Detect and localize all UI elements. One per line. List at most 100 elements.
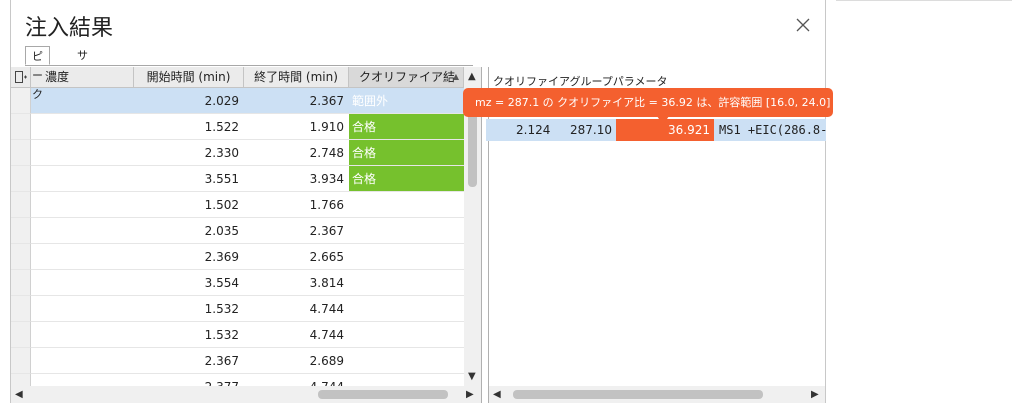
tooltip-tail xyxy=(657,116,669,125)
row-header[interactable] xyxy=(11,322,31,348)
table-row[interactable]: 2.029 2.367 範囲外 xyxy=(11,88,464,114)
right-horizontal-scroll-thumb[interactable] xyxy=(513,390,763,399)
end-time-cell[interactable]: 2.367 xyxy=(244,218,349,244)
col-header-end-time[interactable]: 終了時間 (min) xyxy=(244,67,349,88)
scroll-up-arrow-icon[interactable]: ▲ xyxy=(468,72,476,82)
col-header-concentration[interactable]: 濃度 xyxy=(31,67,134,88)
qualifier-mz: 287.10 xyxy=(570,123,612,137)
concentration-cell[interactable] xyxy=(31,114,134,140)
end-time-cell[interactable]: 2.748 xyxy=(244,140,349,166)
qualifier-result-cell[interactable] xyxy=(349,192,464,218)
table-row[interactable]: 1.502 1.766 xyxy=(11,192,464,218)
qualifier-result-cell[interactable] xyxy=(349,348,464,374)
concentration-cell[interactable] xyxy=(31,140,134,166)
end-time-cell[interactable]: 3.934 xyxy=(244,166,349,192)
tab-summary[interactable]: サマリー xyxy=(71,46,94,119)
right-scroll-left-arrow-icon[interactable]: ◀ xyxy=(493,390,501,400)
start-time-cell[interactable]: 1.532 xyxy=(134,296,244,322)
concentration-cell[interactable] xyxy=(31,88,134,114)
qualifier-result-cell[interactable] xyxy=(349,322,464,348)
start-time-cell[interactable]: 1.532 xyxy=(134,322,244,348)
right-scroll-right-arrow-icon[interactable]: ▶ xyxy=(811,390,819,400)
scroll-left-arrow-icon[interactable]: ◀ xyxy=(15,390,23,400)
table-row[interactable]: 1.532 4.744 xyxy=(11,296,464,322)
row-header[interactable] xyxy=(11,140,31,166)
table-row[interactable]: 3.554 3.814 xyxy=(11,270,464,296)
end-time-cell[interactable]: 2.367 xyxy=(244,88,349,114)
start-time-cell[interactable]: 2.035 xyxy=(134,218,244,244)
start-time-cell[interactable]: 2.367 xyxy=(134,348,244,374)
row-header[interactable] xyxy=(11,348,31,374)
scroll-right-arrow-icon[interactable]: ▶ xyxy=(466,390,474,400)
concentration-cell[interactable] xyxy=(31,296,134,322)
concentration-cell[interactable] xyxy=(31,166,134,192)
concentration-cell[interactable] xyxy=(31,218,134,244)
column-chooser-cell[interactable] xyxy=(11,67,31,88)
table-row[interactable]: 1.522 1.910 合格 xyxy=(11,114,464,140)
grid-horizontal-scrollbar[interactable]: ◀ ▶ xyxy=(11,386,481,403)
table-row[interactable]: 2.369 2.665 xyxy=(11,244,464,270)
qualifier-row[interactable]: 2.124 287.10 36.921 MS1 +EIC(286.8-287.8… xyxy=(486,119,826,141)
tab-peak[interactable]: ピーク xyxy=(25,46,50,101)
row-header[interactable] xyxy=(11,270,31,296)
start-time-cell[interactable]: 2.377 xyxy=(134,374,244,386)
end-time-cell[interactable]: 1.910 xyxy=(244,114,349,140)
end-time-cell[interactable]: 3.814 xyxy=(244,270,349,296)
qualifier-result-cell[interactable] xyxy=(349,218,464,244)
row-header[interactable] xyxy=(11,374,31,386)
table-row[interactable]: 2.367 2.689 xyxy=(11,348,464,374)
close-icon[interactable] xyxy=(795,17,811,33)
start-time-cell[interactable]: 3.554 xyxy=(134,270,244,296)
end-time-cell[interactable]: 4.744 xyxy=(244,322,349,348)
qualifier-result-cell[interactable] xyxy=(349,270,464,296)
start-time-cell[interactable]: 3.551 xyxy=(134,166,244,192)
row-header[interactable] xyxy=(11,88,31,114)
start-time-cell[interactable]: 1.522 xyxy=(134,114,244,140)
concentration-cell[interactable] xyxy=(31,322,134,348)
start-time-cell[interactable]: 1.502 xyxy=(134,192,244,218)
row-header[interactable] xyxy=(11,244,31,270)
start-time-cell[interactable]: 2.330 xyxy=(134,140,244,166)
col-header-qualifier-result[interactable]: クオリファイア結果 ▲ xyxy=(349,67,464,104)
row-header[interactable] xyxy=(11,218,31,244)
column-chooser-icon[interactable] xyxy=(14,70,28,84)
end-time-cell[interactable]: 2.665 xyxy=(244,244,349,270)
table-row[interactable]: 2.035 2.367 xyxy=(11,218,464,244)
grid-horizontal-scroll-thumb[interactable] xyxy=(318,390,448,399)
concentration-cell[interactable] xyxy=(31,374,134,386)
row-header[interactable] xyxy=(11,296,31,322)
panel-splitter[interactable] xyxy=(481,67,489,403)
concentration-cell[interactable] xyxy=(31,244,134,270)
end-time-cell[interactable]: 2.689 xyxy=(244,348,349,374)
table-row[interactable]: 2.330 2.748 合格 xyxy=(11,140,464,166)
table-row[interactable]: 2.3774.744 xyxy=(11,374,464,386)
qualifier-result-cell[interactable] xyxy=(349,374,464,386)
tab-baseline xyxy=(25,65,473,66)
right-horizontal-scrollbar[interactable]: ◀ ▶ xyxy=(489,386,825,403)
start-time-cell[interactable]: 2.369 xyxy=(134,244,244,270)
end-time-cell[interactable]: 4.744 xyxy=(244,374,349,386)
qualifier-result-cell[interactable] xyxy=(349,296,464,322)
qualifier-rt: 2.124 xyxy=(516,123,551,137)
row-header[interactable] xyxy=(11,114,31,140)
background-window-edge xyxy=(836,0,1012,1)
table-row[interactable]: 1.532 4.744 xyxy=(11,322,464,348)
concentration-cell[interactable] xyxy=(31,192,134,218)
concentration-cell[interactable] xyxy=(31,348,134,374)
col-header-start-time[interactable]: 開始時間 (min) xyxy=(134,67,244,88)
row-header[interactable] xyxy=(11,192,31,218)
concentration-cell[interactable] xyxy=(31,270,134,296)
row-header[interactable] xyxy=(11,166,31,192)
qualifier-group-parameters-title: クオリファイアグループパラメータ xyxy=(493,75,668,88)
qualifier-result-cell[interactable] xyxy=(349,244,464,270)
start-time-cell[interactable]: 2.029 xyxy=(134,88,244,114)
qualifier-result-cell[interactable]: 合格 xyxy=(349,140,464,166)
end-time-cell[interactable]: 4.744 xyxy=(244,296,349,322)
scroll-down-arrow-icon[interactable]: ▼ xyxy=(468,372,476,382)
qualifier-result-cell[interactable]: 合格 xyxy=(349,114,464,140)
end-time-cell[interactable]: 1.766 xyxy=(244,192,349,218)
peak-grid: 濃度 開始時間 (min) 終了時間 (min) クオリファイア結果 ▲ 2.0… xyxy=(11,67,464,386)
qualifier-result-cell[interactable]: 合格 xyxy=(349,166,464,192)
qualifier-result-cell[interactable]: 範囲外 xyxy=(349,88,464,114)
table-row[interactable]: 3.551 3.934 合格 xyxy=(11,166,464,192)
